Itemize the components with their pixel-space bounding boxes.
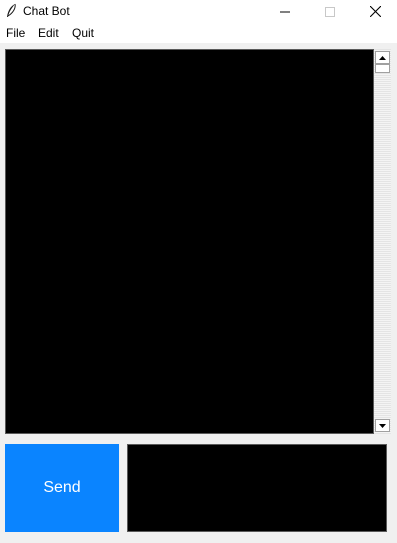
- window-title: Chat Bot: [23, 4, 70, 18]
- close-icon: [369, 6, 381, 17]
- arrow-up-icon: [379, 55, 386, 60]
- minimize-icon: [280, 11, 290, 12]
- maximize-button[interactable]: [307, 0, 353, 23]
- scroll-down-button[interactable]: [375, 419, 390, 432]
- message-input[interactable]: [127, 444, 387, 532]
- title-bar[interactable]: Chat Bot: [0, 0, 397, 23]
- close-button[interactable]: [352, 0, 397, 23]
- menu-edit[interactable]: Edit: [38, 26, 59, 40]
- chat-display[interactable]: [5, 49, 374, 434]
- scroll-up-button[interactable]: [375, 51, 390, 64]
- chat-scrollbar[interactable]: [374, 49, 391, 434]
- menu-bar: File Edit Quit: [0, 23, 397, 43]
- minimize-button[interactable]: [262, 0, 308, 23]
- arrow-down-icon: [379, 423, 386, 428]
- maximize-icon: [325, 6, 335, 17]
- chat-bot-window: Chat Bot File Edit Quit Send: [0, 0, 397, 543]
- scroll-thumb[interactable]: [375, 64, 390, 73]
- send-button[interactable]: Send: [5, 444, 119, 532]
- menu-file[interactable]: File: [6, 26, 25, 40]
- feather-icon: [7, 3, 16, 17]
- menu-quit[interactable]: Quit: [72, 26, 94, 40]
